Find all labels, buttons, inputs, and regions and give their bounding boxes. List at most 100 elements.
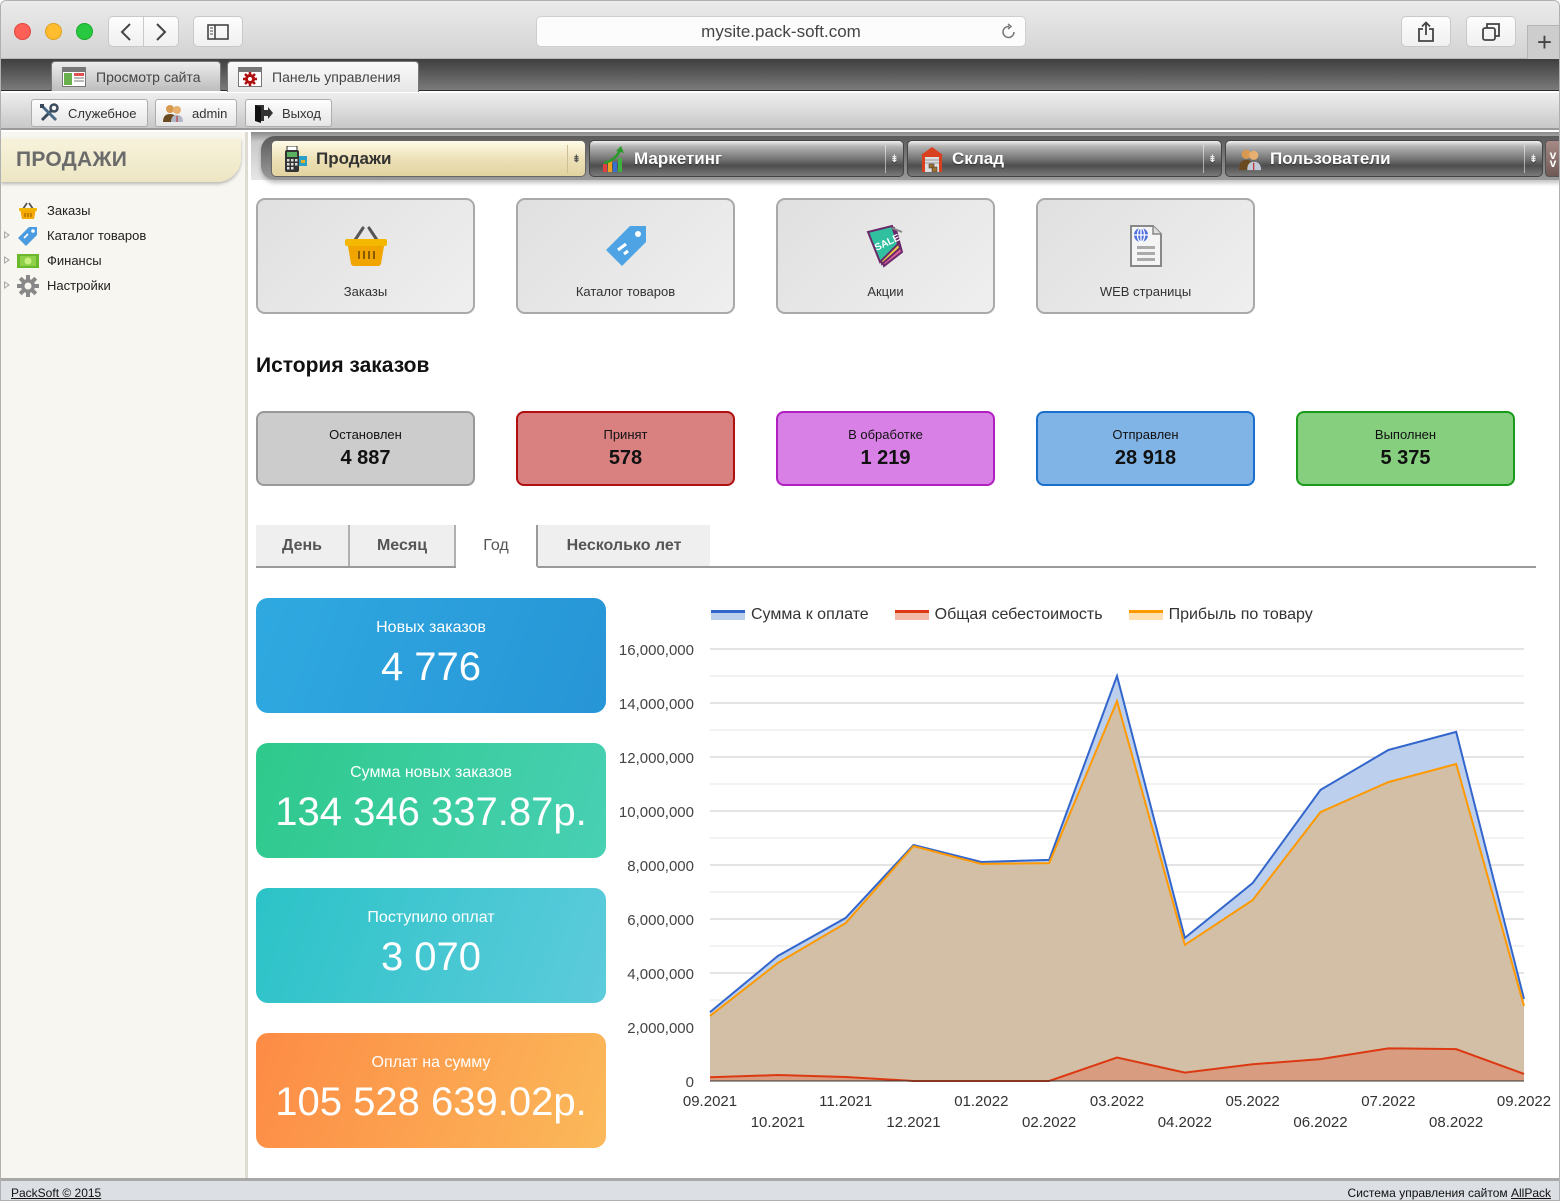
status-count: 4 887: [340, 447, 391, 469]
expand-arrow-icon[interactable]: [4, 281, 10, 289]
tab-year[interactable]: Год: [456, 525, 538, 568]
y-tick-label: 16,000,000: [619, 642, 694, 659]
status-count: 578: [608, 447, 643, 469]
chart-legend: Сумма к оплате Общая себестоимость Прибы…: [711, 606, 1339, 624]
footer: PackSoft © 2015 Система управления сайто…: [1, 1178, 1559, 1200]
main-content: Продажи ⇟ Маркетинг ⇟ Склад ⇟ Пользовате…: [251, 132, 1559, 1179]
tabs-overview-button[interactable]: [1466, 16, 1516, 47]
chevron-right-icon: [156, 22, 167, 41]
legend-label: Сумма к оплате: [751, 606, 869, 623]
y-tick-label: 12,000,000: [619, 750, 694, 767]
nav-tab-users[interactable]: Пользователи ⇟: [1225, 140, 1543, 177]
sidebar-item-settings[interactable]: Настройки: [1, 273, 241, 298]
zoom-window-button[interactable]: [76, 23, 93, 40]
chart-plot: 0 2,000,000 4,000,000 6,000,000 8,000,000 10,…: [619, 642, 1551, 1131]
sidebar-item-catalog[interactable]: Каталог товаров: [1, 223, 241, 248]
legend-item[interactable]: Общая себестоимость: [894, 606, 1103, 624]
expand-arrow-icon[interactable]: [4, 256, 10, 264]
status-card-completed[interactable]: Выполнен 5 375: [1296, 411, 1515, 486]
reload-icon[interactable]: [1001, 23, 1017, 46]
growth-chart-icon: [602, 145, 626, 172]
tile-catalog[interactable]: Каталог товаров: [516, 198, 735, 314]
footer-credit-text: Система управления сайтом: [1347, 1186, 1511, 1200]
users-icon: [1238, 146, 1262, 172]
tabs-icon: [1482, 22, 1500, 41]
sidebar-toggle-button[interactable]: [193, 16, 243, 47]
dropdown-arrow-icon[interactable]: ⇟: [1203, 145, 1221, 173]
sidebar-item-finance[interactable]: Финансы: [1, 248, 241, 273]
x-tick-label: 10.2021: [751, 1114, 805, 1131]
sidebar-item-orders[interactable]: Заказы: [1, 198, 241, 223]
back-button[interactable]: [108, 16, 144, 47]
gear-icon: [17, 274, 39, 297]
y-tick-label: 6,000,000: [627, 912, 694, 929]
status-card-shipped[interactable]: Отправлен 28 918: [1036, 411, 1255, 486]
legend-swatch: [894, 610, 929, 620]
nav-tab-sales[interactable]: Продажи ⇟: [271, 140, 586, 177]
tile-label: WEB страницы: [1099, 284, 1192, 299]
tab-month[interactable]: Месяц: [350, 525, 456, 566]
sidebar-item-label: Каталог товаров: [47, 228, 147, 243]
y-tick-label: 2,000,000: [627, 1020, 694, 1037]
kpi-payments-received: Поступило оплат 3 070: [256, 888, 606, 1003]
status-label: Принят: [603, 427, 648, 442]
tile-orders[interactable]: Заказы: [256, 198, 475, 314]
users-icon: [162, 103, 184, 123]
tab-several-years[interactable]: Несколько лет: [538, 525, 710, 566]
tab-label: День: [282, 536, 322, 554]
tile-web-pages[interactable]: WEB страницы: [1036, 198, 1255, 314]
legend-item[interactable]: Прибыль по товару: [1128, 606, 1313, 624]
expand-arrow-icon[interactable]: [4, 231, 10, 239]
status-card-accepted[interactable]: Принят 578: [516, 411, 735, 486]
copyright-link[interactable]: PackSoft © 2015: [11, 1186, 101, 1200]
minimize-window-button[interactable]: [45, 23, 62, 40]
tab-day[interactable]: День: [256, 525, 350, 566]
nav-tab-marketing[interactable]: Маркетинг ⇟: [589, 140, 904, 177]
tab-label: Панель управления: [272, 69, 401, 85]
dropdown-arrow-icon[interactable]: ⇟: [1524, 145, 1542, 173]
x-tick-label: 03.2022: [1090, 1093, 1144, 1110]
nav-more-button[interactable]: vv: [1545, 140, 1559, 177]
close-window-button[interactable]: [14, 23, 31, 40]
control-panel-gear-icon: [238, 67, 262, 87]
service-label: Служебное: [68, 105, 137, 121]
address-bar[interactable]: mysite.pack-soft.com: [536, 16, 1026, 47]
legend-item[interactable]: Сумма к оплате: [711, 606, 869, 624]
share-button[interactable]: [1401, 16, 1451, 47]
status-card-stopped[interactable]: Остановлен 4 887: [256, 411, 475, 486]
forward-button[interactable]: [143, 16, 179, 47]
kpi-label: Сумма новых заказов: [350, 764, 512, 781]
sidebar-item-label: Заказы: [47, 203, 91, 218]
sidebar-title: ПРОДАЖИ: [1, 138, 241, 182]
y-tick-label: 0: [686, 1074, 694, 1091]
dropdown-arrow-icon[interactable]: ⇟: [567, 145, 585, 173]
tab-site-preview[interactable]: Просмотр сайта: [51, 61, 221, 91]
x-tick-label: 07.2022: [1361, 1093, 1415, 1110]
sidebar: ПРОДАЖИ Заказы Каталог товаров Финансы Н…: [1, 132, 248, 1179]
logout-label: Выход: [282, 105, 321, 121]
tile-promotions[interactable]: SALE Акции: [776, 198, 995, 314]
x-tick-label: 08.2022: [1429, 1114, 1483, 1131]
status-card-processing[interactable]: В обработке 1 219: [776, 411, 995, 486]
logout-button[interactable]: Выход: [245, 99, 332, 127]
status-label: Остановлен: [329, 427, 402, 442]
y-tick-label: 10,000,000: [619, 804, 694, 821]
warehouse-icon: [920, 146, 944, 172]
x-tick-label: 09.2022: [1497, 1093, 1551, 1110]
tile-label: Акции: [867, 284, 904, 299]
legend-swatch: [1128, 610, 1163, 620]
status-count: 28 918: [1114, 447, 1177, 469]
nav-tab-warehouse[interactable]: Склад ⇟: [907, 140, 1222, 177]
user-button[interactable]: admin: [155, 99, 237, 127]
kpi-new-orders: Новых заказов 4 776: [256, 598, 606, 713]
nav-tab-label: Маркетинг: [634, 148, 723, 168]
kpi-label: Поступило оплат: [367, 909, 495, 926]
allpack-link[interactable]: AllPack: [1511, 1186, 1551, 1200]
dropdown-arrow-icon[interactable]: ⇟: [885, 145, 903, 173]
tab-control-panel[interactable]: Панель управления: [227, 61, 419, 92]
new-tab-button[interactable]: +: [1527, 25, 1559, 59]
browser-window: mysite.pack-soft.com + Просмотр сайта Па…: [0, 0, 1560, 1201]
sidebar-tree: Заказы Каталог товаров Финансы Настройки: [1, 198, 241, 298]
service-button[interactable]: Служебное: [31, 99, 148, 127]
x-tick-label: 02.2022: [1022, 1114, 1076, 1131]
